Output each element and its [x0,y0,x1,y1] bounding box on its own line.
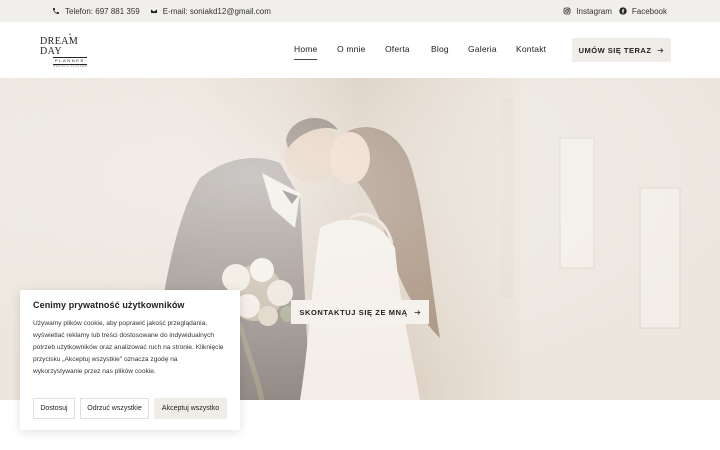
social-links: Instagram Facebook [563,0,667,22]
instagram-link[interactable]: Instagram [563,7,612,16]
mail-icon [150,8,158,14]
facebook-link[interactable]: Facebook [619,7,667,16]
email-contact[interactable]: E-mail: soniakd12@gmail.com [150,7,271,16]
nav-item-kontakt[interactable]: Kontakt [516,44,546,54]
instagram-label: Instagram [576,6,612,16]
contact-me-button[interactable]: SKONTAKTUJ SIĘ ZE MNĄ [291,300,429,324]
instagram-icon [563,7,571,15]
nav-item-galeria[interactable]: Galeria [468,44,497,54]
contact-info: Telefon: 697 881 359 E-mail: soniakd12@g… [52,0,271,22]
cookie-buttons: Dostosuj Odrzuć wszystkie Akceptuj wszys… [33,398,227,419]
contact-me-label: SKONTAKTUJ SIĘ ZE MNĄ [299,307,408,317]
cookie-consent-panel: Cenimy prywatność użytkowników Używamy p… [20,290,240,430]
nav-item-blog[interactable]: Blog [431,44,449,54]
accept-all-button[interactable]: Akceptuj wszystko [154,398,227,419]
cookie-text: Używamy plików cookie, aby poprawić jako… [33,320,224,375]
book-now-button[interactable]: UMÓW SIĘ TERAZ [572,38,671,62]
top-bar: Telefon: 697 881 359 E-mail: soniakd12@g… [0,0,720,22]
nav-item-home[interactable]: Home [294,44,318,60]
book-now-label: UMÓW SIĘ TERAZ [578,45,652,55]
arrow-right-icon [414,309,420,315]
logo-title: DREAM DAY [40,36,79,57]
facebook-icon [619,7,627,15]
arrow-right-icon [658,47,664,53]
cookie-title: Cenimy prywatność użytkowników [33,300,185,310]
site-header: DREAM DAY PLANNER WEDDING PLANNER Home O… [0,22,720,78]
logo-tagline: WEDDING PLANNER [53,65,87,68]
phone-text: Telefon: 697 881 359 [65,6,140,16]
customize-button[interactable]: Dostosuj [33,398,75,419]
logo-subtitle: PLANNER [52,57,88,65]
nav-item-oferta[interactable]: Oferta [385,44,410,54]
logo[interactable]: DREAM DAY PLANNER WEDDING PLANNER [40,33,100,69]
email-text: E-mail: soniakd12@gmail.com [162,6,271,16]
phone-icon [53,8,59,14]
phone-contact[interactable]: Telefon: 697 881 359 [52,7,140,16]
nav-item-o-mnie[interactable]: O mnie [337,44,366,54]
reject-all-button[interactable]: Odrzuć wszystkie [80,398,149,419]
facebook-label: Facebook [631,6,667,16]
